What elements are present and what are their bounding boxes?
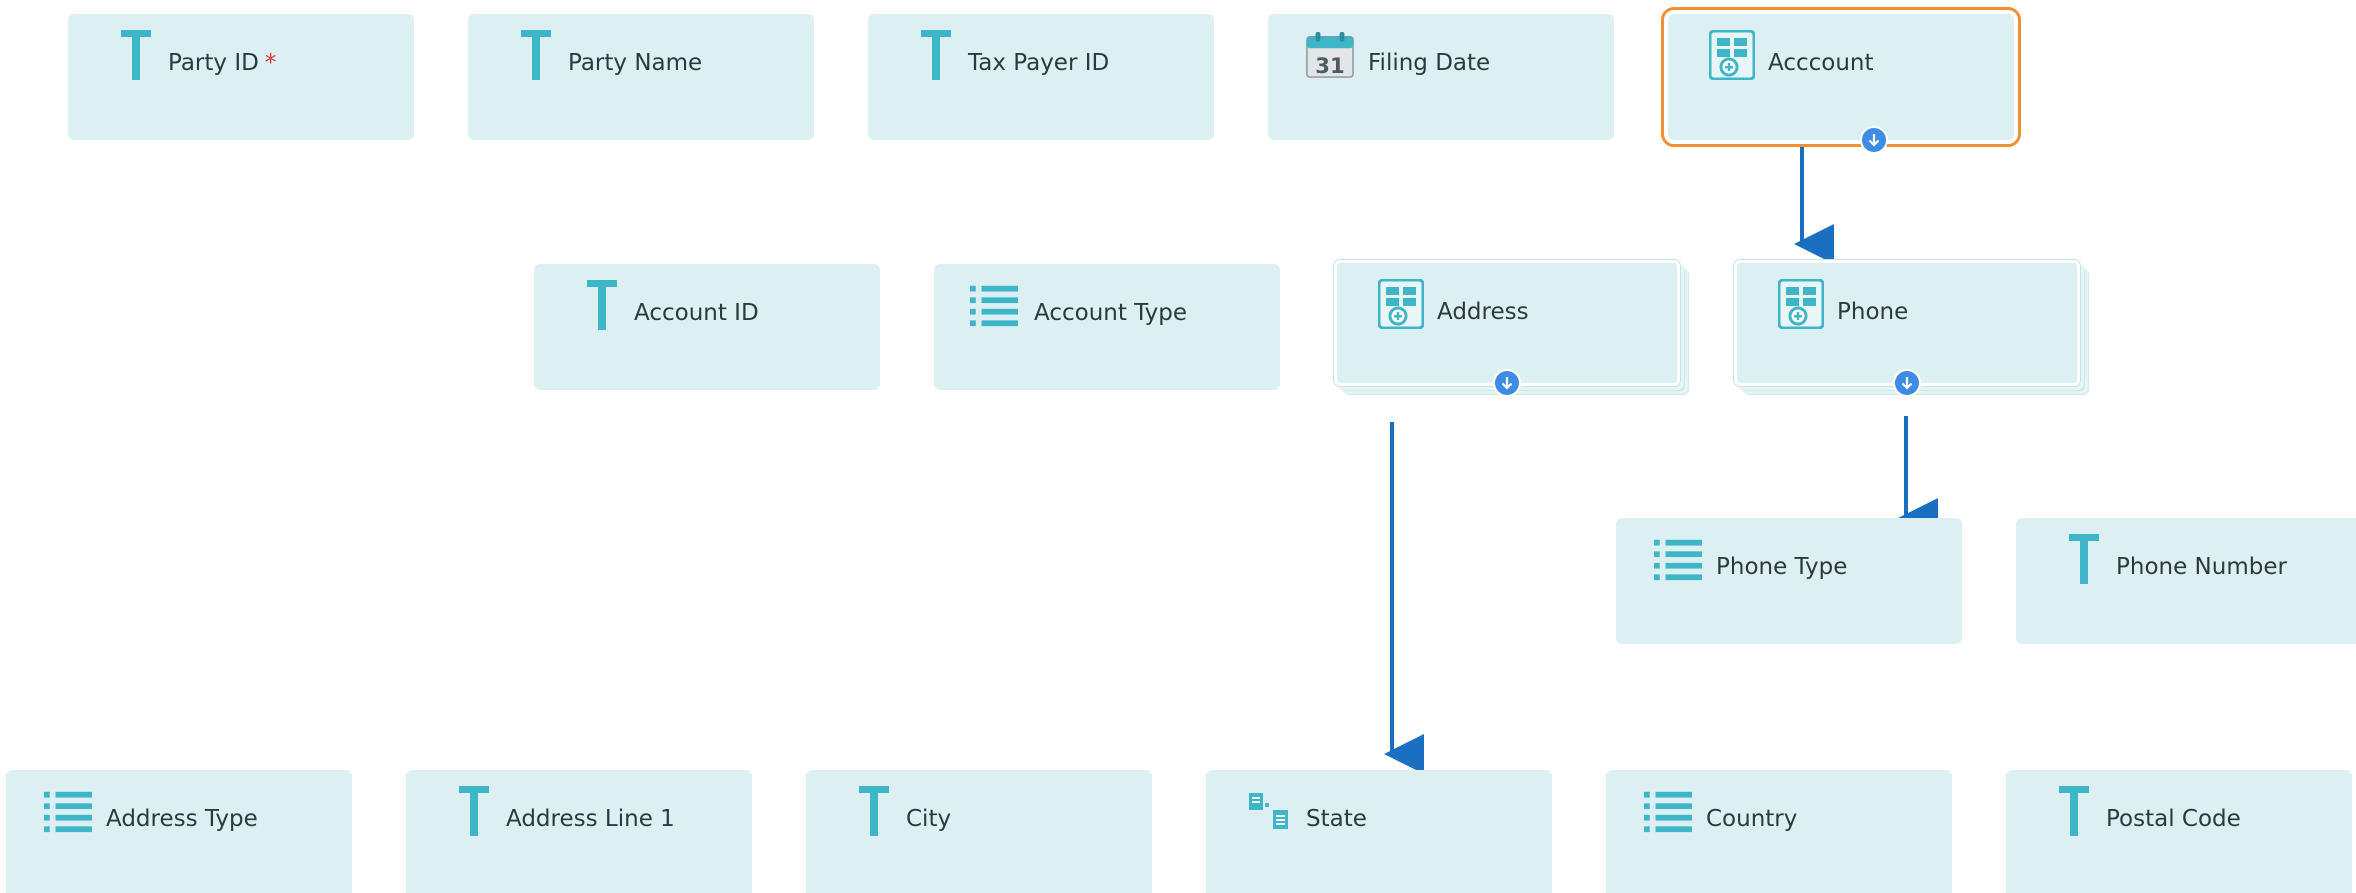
text-field-icon <box>450 786 498 836</box>
field-group-icon <box>1777 279 1825 329</box>
field-card-account-type[interactable]: Account Type <box>934 264 1280 390</box>
text-field-icon <box>112 30 160 80</box>
group-card-address[interactable]: Address <box>1333 259 1681 397</box>
field-card-address-type[interactable]: Address Type <box>6 770 352 893</box>
field-card-party-name[interactable]: Party Name <box>468 14 814 140</box>
field-label: Phone Type <box>1716 554 1848 580</box>
group-card-account[interactable]: Acccount <box>1661 7 2021 154</box>
field-label: Address <box>1437 299 1529 325</box>
calendar-day-text: 31 <box>1315 53 1344 78</box>
list-icon <box>1654 534 1702 584</box>
field-label: Tax Payer ID <box>968 50 1110 76</box>
list-icon <box>1644 786 1692 836</box>
field-label: Party Name <box>568 50 703 76</box>
field-group-icon <box>1377 279 1425 329</box>
text-field-icon <box>912 30 960 80</box>
field-label: Phone Number <box>2116 554 2287 580</box>
field-card-state[interactable]: State <box>1206 770 1552 893</box>
field-card-country[interactable]: Country <box>1606 770 1952 893</box>
expand-down-icon[interactable] <box>1860 126 1888 154</box>
field-card-phone-number[interactable]: Phone Number <box>2016 518 2356 644</box>
field-label: Country <box>1706 806 1798 832</box>
text-field-icon <box>850 786 898 836</box>
field-label: City <box>906 806 952 832</box>
field-card-postal-code[interactable]: Postal Code <box>2006 770 2352 893</box>
required-marker: * <box>264 50 277 76</box>
field-card-address-line-1[interactable]: Address Line 1 <box>406 770 752 893</box>
field-label: Filing Date <box>1368 50 1491 76</box>
text-field-icon <box>2050 786 2098 836</box>
text-field-icon <box>512 30 560 80</box>
list-icon <box>970 280 1018 330</box>
lookup-icon <box>1246 786 1294 836</box>
field-label: Account ID <box>634 300 759 326</box>
field-card-city[interactable]: City <box>806 770 1152 893</box>
expand-down-icon[interactable] <box>1893 369 1921 397</box>
field-label: Postal Code <box>2106 806 2241 832</box>
field-label: Acccount <box>1768 50 1874 76</box>
field-card-account-id[interactable]: Account ID <box>534 264 880 390</box>
expand-down-icon[interactable] <box>1493 369 1521 397</box>
field-card-party-id[interactable]: Party ID * <box>68 14 414 140</box>
field-label: Phone <box>1837 299 1909 325</box>
field-card-tax-payer-id[interactable]: Tax Payer ID <box>868 14 1214 140</box>
field-label: Address Line 1 <box>506 806 675 832</box>
list-icon <box>44 786 92 836</box>
field-label: Address Type <box>106 806 258 832</box>
calendar-icon: 31 <box>1306 30 1354 80</box>
text-field-icon <box>578 280 626 330</box>
field-label: Account Type <box>1034 300 1188 326</box>
group-card-phone[interactable]: Phone <box>1733 259 2081 397</box>
field-label: State <box>1306 806 1367 832</box>
field-card-phone-type[interactable]: Phone Type <box>1616 518 1962 644</box>
field-card-filing-date[interactable]: 31 Filing Date <box>1268 14 1614 140</box>
hierarchy-canvas: Party ID * Party Name Tax Payer ID 31 Fil… <box>0 0 2356 893</box>
field-group-icon <box>1708 30 1756 80</box>
text-field-icon <box>2060 534 2108 584</box>
field-label: Party ID * <box>168 50 277 76</box>
